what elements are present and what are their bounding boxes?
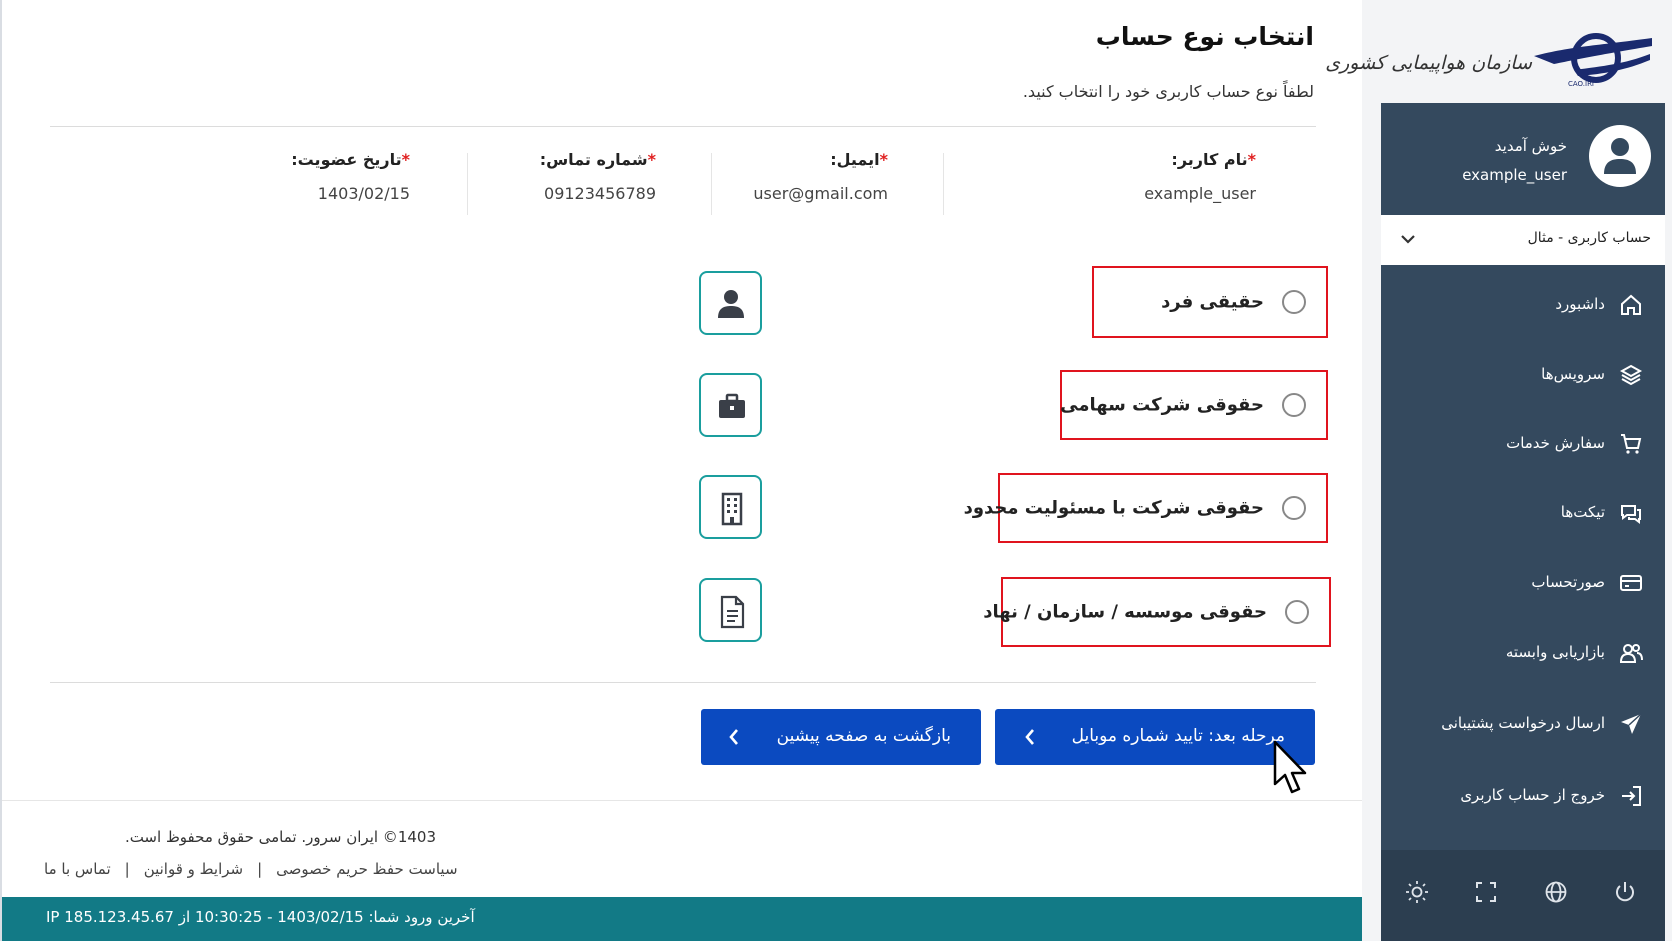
sidebar-item-label: خروج از حساب کاربری [1460, 786, 1605, 804]
info-email-label: *ایمیل: [830, 150, 888, 169]
chevron-left-icon [1025, 729, 1034, 745]
sidebar-item-label: داشبورد [1555, 295, 1605, 313]
document-icon [699, 578, 762, 642]
layers-icon [1619, 364, 1643, 386]
option-llc[interactable]: حقوقی شرکت با مسئولیت محدود [964, 473, 1328, 543]
sidebar-item-services[interactable]: سرویس‌ها [1381, 348, 1665, 404]
option-label: حقوقی شرکت سهامی [1060, 394, 1264, 416]
briefcase-icon [699, 373, 762, 437]
radio-button[interactable] [1282, 290, 1306, 314]
link-separator: | [257, 860, 263, 878]
info-phone-label: *شماره تماس: [539, 150, 656, 169]
info-member-since-label: *تاریخ عضویت: [291, 150, 410, 169]
option-label: حقیقی فرد [1161, 291, 1264, 313]
person-icon [699, 271, 762, 335]
credit-card-icon [1620, 575, 1642, 591]
info-username-value: example_user [1144, 184, 1256, 203]
chevron-left-icon [729, 729, 738, 745]
sidebar-item-billing[interactable]: صورتحساب [1381, 556, 1665, 612]
divider [50, 682, 1316, 683]
back-button[interactable]: بازگشت به صفحه پیشین [701, 709, 981, 765]
sidebar-footer [1381, 850, 1665, 941]
sidebar: سازمان هواپیمایی کشوری CAO.IRI خوش آمدید… [1325, 0, 1672, 941]
fullscreen-icon[interactable] [1474, 880, 1498, 904]
info-phone: *شماره تماس: 09123456789 [420, 150, 656, 220]
footer-links: سیاست حفظ حریم خصوصی | شرایط و قوانین | تماس… [44, 860, 458, 878]
next-step-button[interactable]: مرحله بعد: تایید شماره موبایل [995, 709, 1315, 765]
divider [467, 153, 468, 215]
radio-button[interactable] [1285, 600, 1309, 624]
sidebar-item-label: ارسال درخواست پشتیبانی [1441, 714, 1605, 732]
copyright-text: 1403© ایران سرور. تمامی حقوق محفوظ است. [124, 828, 436, 846]
info-member-since-value: 1403/02/15 [317, 184, 410, 203]
divider [943, 153, 944, 215]
option-institution[interactable]: حقوقی موسسه / سازمان / نهاد [983, 577, 1331, 647]
power-icon[interactable] [1613, 880, 1637, 904]
status-bar: آخرین ورود شما: 1403/02/15 - 10:30:25 از… [2, 897, 1364, 941]
sidebar-item-logout[interactable]: خروج از حساب کاربری [1381, 769, 1665, 825]
radio-button[interactable] [1282, 496, 1306, 520]
info-email-value: user@gmail.com [753, 184, 888, 203]
avatar[interactable] [1589, 125, 1651, 187]
info-member-since: *تاریخ عضویت: 1403/02/15 [174, 150, 410, 220]
account-select-label: حساب کاربری - مثال [1527, 230, 1651, 246]
welcome-text: خوش آمدید [1494, 137, 1567, 155]
sidebar-item-dashboard[interactable]: داشبورد [1381, 278, 1665, 334]
option-label: حقوقی موسسه / سازمان / نهاد [983, 601, 1267, 623]
sidebar-item-label: بازاریابی وابسته [1505, 643, 1605, 661]
main-content: انتخاب نوع حساب لطفاً نوع حساب کاربری خو… [0, 0, 1364, 941]
divider [50, 126, 1316, 127]
page-title: انتخاب نوع حساب [1095, 22, 1314, 51]
back-label: بازگشت به صفحه پیشین [776, 726, 951, 746]
option-joint-stock[interactable]: حقوقی شرکت سهامی [1060, 370, 1328, 440]
cart-icon [1621, 434, 1642, 454]
terms-link[interactable]: شرایط و قوانین [144, 860, 243, 878]
divider [2, 800, 1362, 801]
sun-icon[interactable] [1405, 880, 1429, 904]
link-separator: | [124, 860, 130, 878]
radio-button[interactable] [1282, 393, 1306, 417]
account-select[interactable]: حساب کاربری - مثال [1381, 215, 1665, 265]
logo-subtitle: CAO.IRI [1568, 80, 1594, 88]
info-email: *ایمیل: user@gmail.com [652, 150, 888, 220]
sidebar-item-affiliate[interactable]: بازاریابی وابسته [1381, 626, 1665, 682]
logo-emblem-icon [1534, 33, 1652, 83]
option-label: حقوقی شرکت با مسئولیت محدود [963, 497, 1264, 519]
globe-icon[interactable] [1544, 880, 1568, 904]
building-icon [699, 475, 762, 539]
sidebar-item-order-services[interactable]: سفارش خدمات [1381, 417, 1665, 473]
info-username-label: *نام کاربر: [1171, 150, 1256, 169]
sidebar-item-support-request[interactable]: ارسال درخواست پشتیبانی [1381, 697, 1665, 753]
logo-text: سازمان هواپیمایی کشوری [1325, 52, 1532, 74]
sidebar-item-label: صورتحساب [1531, 573, 1605, 591]
page-subtitle: لطفاً نوع حساب کاربری خود را انتخاب کنید… [1022, 82, 1314, 101]
home-icon [1621, 294, 1641, 315]
sidebar-item-label: سفارش خدمات [1506, 434, 1605, 452]
send-icon [1621, 713, 1642, 734]
logout-icon [1622, 786, 1641, 806]
chevron-down-icon [1401, 235, 1415, 244]
info-username: *نام کاربر: example_user [1020, 150, 1256, 220]
last-login-text: آخرین ورود شما: 1403/02/15 - 10:30:25 از… [46, 908, 475, 926]
divider [711, 153, 712, 215]
users-icon [1619, 644, 1643, 663]
nav-panel: خوش آمدید example_user حساب کاربری - مثا… [1381, 103, 1665, 941]
sidebar-item-tickets[interactable]: تیکت‌ها [1381, 486, 1665, 542]
user-card: خوش آمدید example_user [1381, 103, 1665, 215]
contact-link[interactable]: تماس با ما [44, 860, 111, 878]
next-step-label: مرحله بعد: تایید شماره موبایل [1071, 726, 1285, 746]
user-icon [1604, 138, 1636, 174]
info-phone-value: 09123456789 [544, 184, 656, 203]
privacy-policy-link[interactable]: سیاست حفظ حریم خصوصی [276, 860, 457, 878]
sidebar-item-label: تیکت‌ها [1560, 503, 1605, 521]
logo: سازمان هواپیمایی کشوری CAO.IRI [1325, 10, 1672, 110]
option-individual[interactable]: حقیقی فرد [1092, 266, 1328, 338]
chat-icon [1621, 505, 1641, 524]
sidebar-username: example_user [1462, 166, 1567, 184]
sidebar-item-label: سرویس‌ها [1541, 365, 1605, 383]
